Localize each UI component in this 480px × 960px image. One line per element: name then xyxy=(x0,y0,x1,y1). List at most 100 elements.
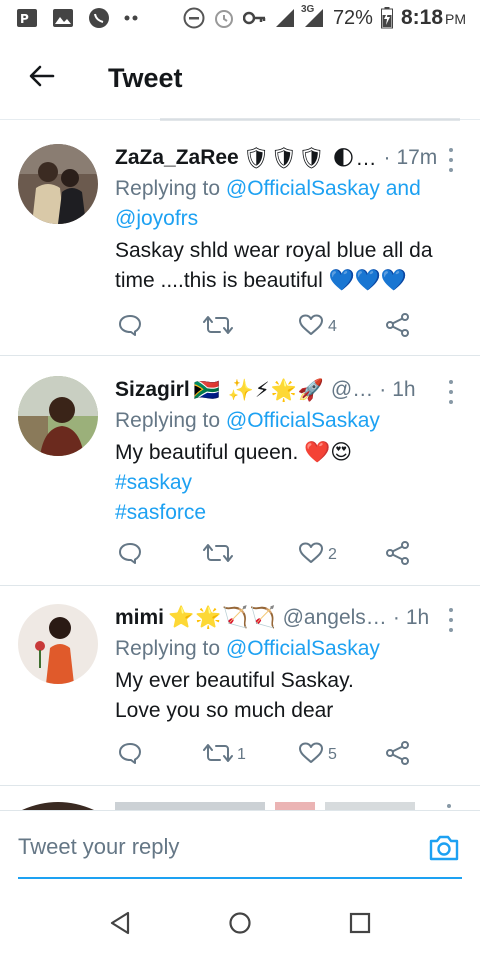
hashtag-link[interactable]: #saskay xyxy=(115,468,458,498)
author-name[interactable]: Sizagirl xyxy=(115,378,190,402)
tweet-item[interactable]: Sizagirl 🇿🇦 ✨⚡🌟🚀 @… · 1h Replying to @Of… xyxy=(0,356,480,586)
tweet-time: 1h xyxy=(405,606,430,629)
tweet-actions: 2 xyxy=(115,540,415,570)
tweet-text: My ever beautiful Saskay. Love you so mu… xyxy=(115,666,458,726)
system-navigation-bar xyxy=(0,890,480,960)
tweet-item[interactable]: mimi ⭐🌟🏹🏹 @angels… · 1h Replying to @Off… xyxy=(0,586,480,786)
replying-to: Replying to @OfficialSaskay xyxy=(115,637,380,660)
author-name[interactable]: mimi xyxy=(115,606,164,630)
tweet-line: Love you so much dear xyxy=(115,699,334,722)
status-bar: P 3G 72% 8:18 PM xyxy=(0,0,480,36)
chat-bubble-icon xyxy=(118,742,142,769)
signal-icon xyxy=(275,8,295,28)
more-notifications-icon xyxy=(124,15,140,21)
clock: 8:18 PM xyxy=(400,6,466,29)
signal-3g-icon: 3G xyxy=(301,4,325,28)
avatar[interactable] xyxy=(18,604,98,684)
share-button[interactable] xyxy=(385,312,411,342)
retweet-icon xyxy=(203,314,233,341)
retweet-icon xyxy=(203,742,233,769)
replying-to: Replying to @OfficialSaskay xyxy=(115,409,380,432)
avatar[interactable] xyxy=(18,144,98,224)
alarm-icon xyxy=(213,7,235,29)
reply-button[interactable] xyxy=(118,742,146,769)
share-icon xyxy=(385,312,411,342)
tweet-time: 1h xyxy=(392,378,416,401)
nav-recents-button[interactable] xyxy=(345,910,375,940)
author-name[interactable]: ZaZa_ZaRee xyxy=(115,146,239,170)
camera-button[interactable] xyxy=(428,833,460,863)
retweet-count: 1 xyxy=(237,746,246,763)
triangle-back-icon xyxy=(109,911,131,940)
retweet-button[interactable] xyxy=(203,314,237,341)
battery-percent: 72% xyxy=(332,6,373,29)
back-button[interactable] xyxy=(0,36,84,120)
author-name-emoji: 🇿🇦 ✨⚡🌟🚀 xyxy=(193,378,325,402)
battery-charging-icon xyxy=(380,7,393,29)
more-options-icon[interactable] xyxy=(444,608,458,632)
share-button[interactable] xyxy=(385,540,411,570)
tweet-text: Saskay shld wear royal blue all da time … xyxy=(115,239,433,292)
retweet-button[interactable]: 1 xyxy=(203,742,246,769)
reply-button[interactable] xyxy=(118,542,146,569)
nav-home-button[interactable] xyxy=(225,910,255,940)
svg-text:P: P xyxy=(20,12,29,26)
gallery-icon xyxy=(52,8,74,28)
chat-bubble-icon xyxy=(118,314,142,341)
arrow-left-icon xyxy=(29,65,55,92)
like-count: 4 xyxy=(328,318,337,335)
share-icon xyxy=(385,740,411,770)
heart-icon xyxy=(298,314,324,341)
like-button[interactable]: 5 xyxy=(298,742,337,769)
tweet-body: My beautiful queen. ❤️😍 xyxy=(115,441,353,464)
do-not-disturb-icon xyxy=(183,7,205,29)
share-button[interactable] xyxy=(385,740,411,770)
whatsapp-icon xyxy=(88,7,110,29)
next-tweet-clipped xyxy=(0,788,480,810)
more-options-icon[interactable] xyxy=(444,380,458,404)
camera-icon xyxy=(428,835,460,867)
tweet-header: ZaZa_ZaRee 🛡🛡🛡 🌓… · 17m xyxy=(115,144,458,172)
tweet-header: Sizagirl 🇿🇦 ✨⚡🌟🚀 @… · 1h xyxy=(115,376,458,404)
author-handle: @… xyxy=(330,378,374,401)
reply-button[interactable] xyxy=(118,314,146,341)
hashtag-link[interactable]: #sasforce xyxy=(115,498,458,528)
separator-dot: · xyxy=(379,378,387,401)
mention-link[interactable]: @OfficialSaskay xyxy=(226,637,380,660)
like-count: 2 xyxy=(328,546,337,563)
mention-link[interactable]: @OfficialSaskay xyxy=(226,409,380,432)
more-options-icon[interactable] xyxy=(444,148,458,172)
tweet-actions: 1 5 xyxy=(115,740,415,770)
top-app-bar: Tweet xyxy=(0,36,480,120)
heart-icon xyxy=(298,542,324,569)
previous-tweet-clipped xyxy=(160,118,460,121)
tweet-item[interactable]: ZaZa_ZaRee 🛡🛡🛡 🌓… · 17m Replying to @Off… xyxy=(0,122,480,356)
retweet-button[interactable] xyxy=(203,542,237,569)
tweet-line: My ever beautiful Saskay. xyxy=(115,669,354,692)
reply-input[interactable] xyxy=(18,829,408,865)
tweet-text: My beautiful queen. ❤️😍 #saskay #sasforc… xyxy=(115,438,458,528)
page-title: Tweet xyxy=(108,62,183,93)
like-button[interactable]: 2 xyxy=(298,542,337,569)
tweet-time: 17m xyxy=(396,146,438,169)
like-count: 5 xyxy=(328,746,337,763)
vpn-key-icon xyxy=(242,11,267,25)
chat-bubble-icon xyxy=(118,542,142,569)
avatar[interactable] xyxy=(18,376,98,456)
author-handle: @angels… xyxy=(282,606,387,629)
separator-dot: · xyxy=(392,606,400,629)
tweet-actions: 4 xyxy=(115,312,415,342)
share-icon xyxy=(385,540,411,570)
heart-icon xyxy=(298,742,324,769)
reply-input-underline xyxy=(18,877,462,879)
author-name-emoji: 🛡🛡🛡 🌓… xyxy=(242,146,378,170)
separator-dot: · xyxy=(383,146,391,169)
replying-to: Replying to @OfficialSaskay and @joyofrs xyxy=(115,177,421,230)
reply-composer xyxy=(0,810,480,890)
app-notification-icon: P xyxy=(16,8,38,28)
retweet-icon xyxy=(203,542,233,569)
like-button[interactable]: 4 xyxy=(298,314,337,341)
nav-back-button[interactable] xyxy=(105,910,135,940)
circle-home-icon xyxy=(228,911,252,940)
author-name-emoji: ⭐🌟🏹🏹 xyxy=(168,606,277,629)
